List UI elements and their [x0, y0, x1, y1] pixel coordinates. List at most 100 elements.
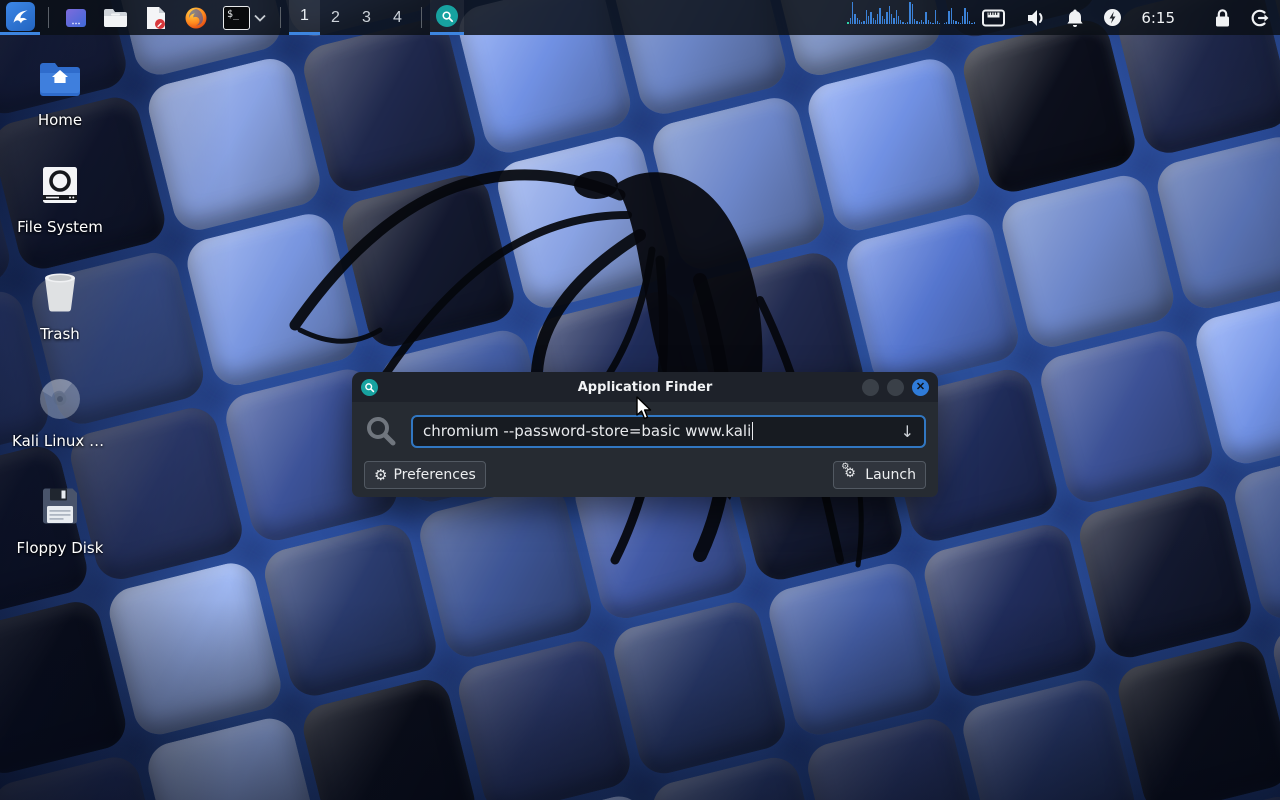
trash-can-icon [40, 269, 80, 315]
load-bar [953, 20, 954, 24]
load-bar [964, 8, 965, 24]
dropdown-arrow-icon[interactable]: ↓ [901, 422, 914, 441]
network-tray-button[interactable] [981, 8, 1006, 28]
workspace-3[interactable]: 3 [351, 0, 382, 35]
ethernet-icon [981, 8, 1006, 28]
desktop-icon-label: File System [17, 218, 103, 236]
load-bar [969, 21, 970, 24]
load-bar [889, 6, 890, 24]
close-button[interactable]: ✕ [912, 379, 929, 396]
load-bar [962, 16, 963, 24]
wallpaper-cube [648, 93, 830, 275]
window-title: Application Finder [352, 380, 938, 395]
workspace-2[interactable]: 2 [320, 0, 351, 35]
command-text: chromium --password-store=basic www.kali [423, 422, 751, 440]
load-bar [879, 8, 880, 24]
firefox-icon [183, 5, 208, 30]
text-editor-launcher[interactable] [143, 5, 168, 30]
command-input[interactable]: chromium --password-store=basic www.kali… [411, 415, 926, 448]
load-bar [974, 22, 975, 24]
wallpaper-cube [453, 636, 635, 800]
load-bar [882, 16, 883, 24]
load-bar [958, 22, 959, 24]
clock[interactable]: 6:15 [1141, 9, 1175, 27]
desktop-icon-floppy-disk[interactable]: Floppy Disk [12, 483, 108, 590]
load-bar [893, 18, 894, 24]
load-bar [859, 20, 860, 24]
wallpaper-cube [104, 558, 286, 740]
search-icon [364, 414, 398, 448]
window-button-application-finder[interactable] [430, 0, 464, 35]
window-controls: ✕ [862, 379, 929, 396]
wallpaper-cube [337, 170, 519, 352]
application-finder-icon [361, 379, 378, 396]
firefox-launcher[interactable] [183, 5, 208, 30]
load-bar [902, 22, 903, 24]
load-bar [923, 22, 924, 24]
load-bar [905, 23, 906, 24]
desktop-icon-kali-linux-cd[interactable]: Kali Linux a... [12, 376, 108, 483]
load-bar [850, 18, 851, 24]
wallpaper-cube [609, 597, 791, 779]
floppy-disk-icon [40, 483, 80, 529]
optical-disc-icon [38, 376, 82, 422]
application-finder-taskbar-icon [436, 5, 458, 27]
workspace-4[interactable]: 4 [382, 0, 413, 35]
load-bar [875, 20, 876, 24]
load-bar [861, 22, 862, 24]
titlebar[interactable]: Application Finder ✕ [352, 372, 938, 402]
workspace-switcher: 1 2 3 4 [289, 0, 413, 35]
volume-tray-button[interactable] [1025, 8, 1047, 28]
launch-button[interactable]: ⚙ ⚙ Launch [833, 461, 926, 489]
load-bar [948, 11, 949, 24]
dialog-body: chromium --password-store=basic www.kali… [352, 402, 938, 497]
system-load-graph[interactable] [847, 0, 975, 24]
load-bar [898, 16, 899, 24]
minimize-button[interactable] [862, 379, 879, 396]
desktop-icon-label: Trash [40, 325, 80, 343]
load-bar [884, 19, 885, 24]
power-lightning-icon [1103, 8, 1122, 27]
bell-icon [1066, 8, 1084, 28]
load-bar [967, 12, 968, 24]
lock-screen-button[interactable] [1214, 8, 1231, 28]
desktop-icon-trash[interactable]: Trash [12, 269, 108, 376]
applications-menu-button[interactable] [0, 0, 40, 35]
load-bar [891, 14, 892, 24]
load-bar [868, 16, 869, 24]
load-bar [873, 18, 874, 24]
load-bar [886, 12, 887, 24]
load-bar [916, 21, 917, 24]
desktop-icon-file-system[interactable]: File System [12, 162, 108, 269]
preferences-button[interactable]: ⚙ Preferences [364, 461, 486, 489]
wallpaper-cube [143, 53, 325, 235]
terminal-launcher[interactable]: $_ [223, 6, 250, 30]
load-bar [877, 14, 878, 24]
workspace-1[interactable]: 1 [289, 0, 320, 35]
load-bar [971, 23, 972, 24]
panel-spacer [464, 0, 847, 35]
load-bar [863, 21, 864, 24]
desktop-icon-home[interactable]: Home [12, 55, 108, 162]
file-manager-launcher[interactable] [103, 5, 128, 30]
folder-icon [103, 5, 128, 30]
load-bar [912, 4, 913, 24]
panel-separator [280, 7, 281, 28]
application-finder-window: Application Finder ✕ chromium --password… [352, 372, 938, 497]
desktop-app-launcher[interactable] [63, 5, 88, 30]
load-bar [921, 20, 922, 24]
load-bar [866, 10, 867, 24]
load-bar [914, 19, 915, 24]
notifications-tray-button[interactable] [1066, 8, 1084, 28]
gear-icon: ⚙ [374, 468, 387, 483]
power-manager-tray-button[interactable] [1103, 8, 1122, 27]
wallpaper-cube [1113, 636, 1280, 800]
wallpaper-cube [182, 209, 364, 391]
load-bar [928, 20, 929, 24]
load-bar [937, 21, 938, 24]
desktop-icon-label: Kali Linux a... [12, 432, 108, 450]
maximize-button[interactable] [887, 379, 904, 396]
logout-button[interactable] [1250, 8, 1270, 28]
chevron-down-icon [254, 14, 266, 22]
terminal-dropdown-chevron[interactable] [254, 14, 266, 22]
